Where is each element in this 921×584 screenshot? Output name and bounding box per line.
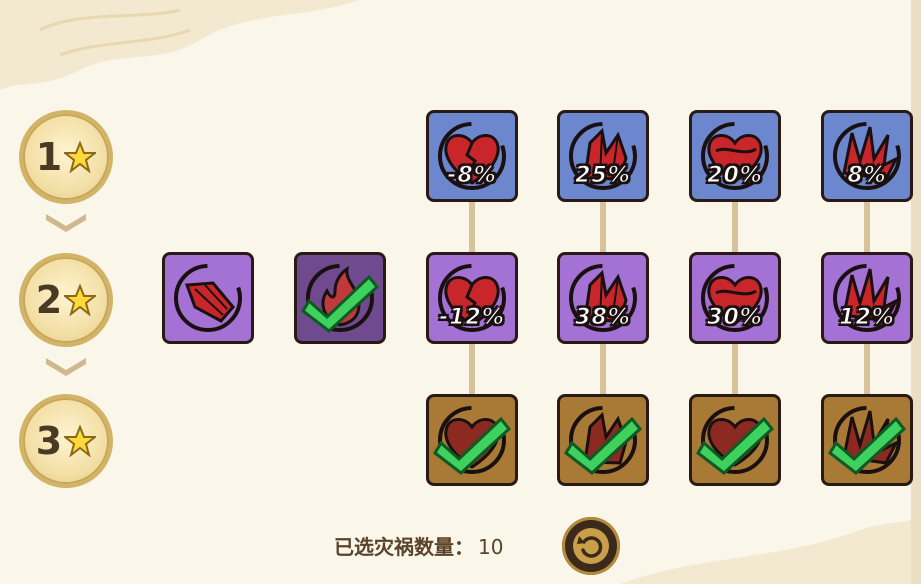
- disaster-card-crystal-cluster[interactable]: 25%: [557, 110, 649, 202]
- star-icon: [64, 425, 97, 457]
- connector-line: [864, 342, 870, 396]
- selected-count-text: 已选灾祸数量：: [334, 535, 474, 559]
- card-value: -12%: [439, 305, 505, 331]
- card-value: -8%: [447, 163, 497, 189]
- card-value: 25%: [575, 163, 631, 189]
- disaster-card-broken-heart[interactable]: -12%: [426, 252, 518, 344]
- connector-line: [469, 342, 475, 396]
- connector-line: [732, 342, 738, 396]
- checkmark-icon: [564, 416, 643, 475]
- chevron-down-icon: [46, 358, 86, 376]
- disaster-card-spike-burst[interactable]: 12%: [821, 252, 913, 344]
- selected-count-label: 已选灾祸数量： 10: [334, 531, 503, 560]
- disaster-card-flame[interactable]: [294, 252, 386, 344]
- connector-line: [732, 200, 738, 254]
- tier-1-badge[interactable]: 1: [19, 110, 113, 204]
- card-value: 8%: [847, 163, 887, 189]
- card-value: 30%: [707, 305, 763, 331]
- star-icon: [64, 141, 97, 173]
- selected-count-value: 10: [478, 535, 504, 559]
- disaster-card-spike-burst[interactable]: [821, 394, 913, 486]
- reset-icon: [573, 528, 609, 564]
- checkmark-icon: [433, 416, 512, 475]
- card-value: 20%: [707, 163, 763, 189]
- reset-button[interactable]: [562, 517, 620, 575]
- tier-2-number: 2: [35, 278, 63, 322]
- disaster-card-crystal-shard[interactable]: [162, 252, 254, 344]
- tier-2-badge[interactable]: 2: [19, 253, 113, 347]
- checkmark-icon: [696, 416, 775, 475]
- disaster-card-spike-burst[interactable]: 8%: [821, 110, 913, 202]
- crystal-shard-icon: [174, 264, 242, 332]
- disaster-card-bleeding-heart[interactable]: 30%: [689, 252, 781, 344]
- card-value: 12%: [839, 305, 895, 331]
- tier-1-number: 1: [35, 135, 63, 179]
- connector-line: [864, 200, 870, 254]
- tier-3-number: 3: [35, 419, 63, 463]
- tier-3-badge[interactable]: 3: [19, 394, 113, 488]
- connector-line: [469, 200, 475, 254]
- disaster-card-crystal-cluster[interactable]: 38%: [557, 252, 649, 344]
- checkmark-icon: [301, 274, 380, 333]
- checkmark-icon: [828, 416, 907, 475]
- star-icon: [64, 284, 97, 316]
- card-value: 38%: [575, 305, 631, 331]
- connector-line: [600, 342, 606, 396]
- disaster-card-crystal-cluster[interactable]: [557, 394, 649, 486]
- disaster-card-bleeding-heart[interactable]: [689, 394, 781, 486]
- disaster-card-broken-heart[interactable]: -8%: [426, 110, 518, 202]
- disaster-card-bleeding-heart[interactable]: 20%: [689, 110, 781, 202]
- chevron-down-icon: [46, 214, 86, 232]
- connector-line: [600, 200, 606, 254]
- disaster-card-broken-heart[interactable]: [426, 394, 518, 486]
